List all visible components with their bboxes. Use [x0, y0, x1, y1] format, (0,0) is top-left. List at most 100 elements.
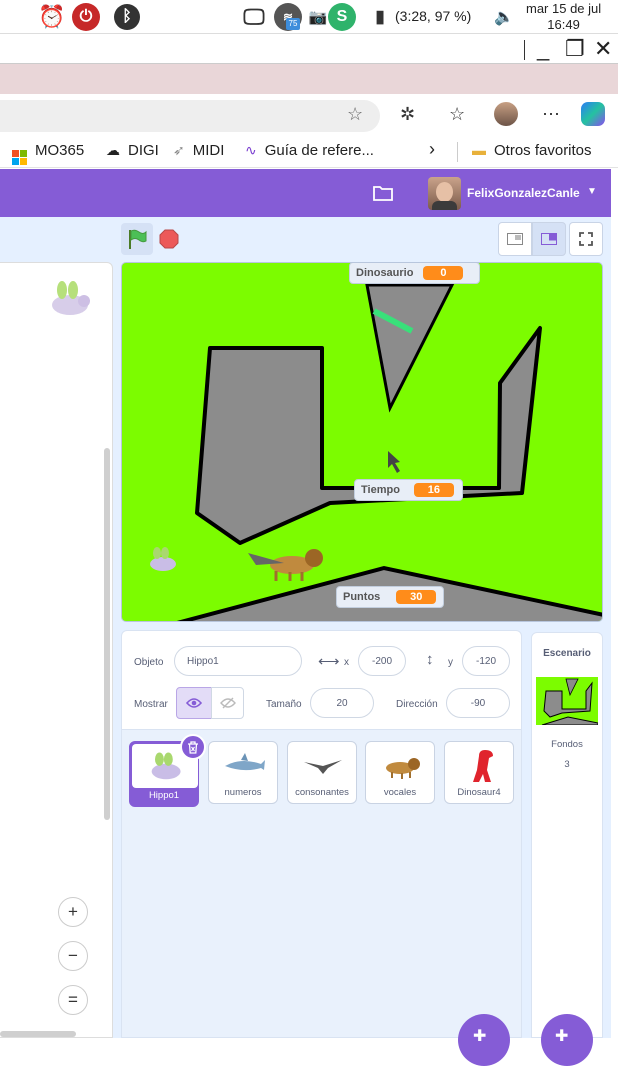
object-label: Objeto: [134, 657, 164, 668]
midi-icon: ➶: [173, 142, 185, 158]
wifi-badge: 75: [286, 18, 300, 30]
pterodactyl-thumbnail: [304, 760, 342, 774]
address-bar[interactable]: [0, 100, 380, 132]
more-menu-icon[interactable]: ⋯: [542, 104, 560, 125]
date-text: mar 15 de jul: [526, 1, 602, 16]
system-tray: ⏰ ⏻ ᛒ 🖵 ≋ 75 📷 S ▮ (3:28, 97 %) 🔈 mar 15…: [0, 0, 618, 34]
monitor-value: 0: [423, 266, 464, 280]
monitor-puntos: Puntos 30: [336, 586, 444, 608]
vertical-arrows-icon: ↕: [426, 651, 434, 668]
shark-thumbnail: [225, 753, 265, 771]
sprite-tile-dinosaur4[interactable]: Dinosaur4: [444, 741, 514, 804]
favorite-mo365[interactable]: MO365: [12, 142, 84, 165]
avatar[interactable]: [428, 177, 461, 210]
folder-icon[interactable]: [373, 184, 393, 201]
y-label: y: [448, 657, 453, 668]
maximize-button[interactable]: ❐: [565, 38, 585, 60]
folder-icon: ▬: [472, 142, 486, 158]
sprite-tile-consonantes[interactable]: consonantes: [287, 741, 357, 804]
monitor-icon[interactable]: 🖵: [240, 3, 268, 31]
show-label: Mostrar: [134, 699, 168, 710]
dinosaur-thumbnail: [473, 750, 493, 782]
lion-thumbnail: [386, 758, 420, 779]
maze-backdrop: [176, 283, 602, 621]
favorites-divider: [457, 142, 458, 162]
sprite-tile-numeros[interactable]: numeros: [208, 741, 278, 804]
y-input[interactable]: -120: [462, 646, 510, 676]
green-flag-button[interactable]: [121, 223, 153, 255]
normal-stage-icon: [541, 233, 557, 245]
direction-label: Dirección: [396, 699, 438, 710]
alarm-clock-icon[interactable]: ⏰: [38, 3, 66, 31]
code-horizontal-scrollbar[interactable]: [0, 1031, 76, 1037]
titlebar-divider: [524, 40, 525, 60]
battery-icon[interactable]: ▮: [366, 3, 394, 31]
backdrop-thumbnail: [536, 677, 598, 725]
monitor-value: 16: [413, 483, 454, 497]
fullscreen-icon: [579, 232, 593, 246]
stage-panel-title: Escenario: [543, 648, 591, 659]
eye-slash-icon: [219, 697, 236, 709]
window-titlebar: [0, 34, 618, 64]
small-stage-icon: [507, 233, 523, 245]
cloud-icon: ☁: [106, 142, 120, 158]
clock-display[interactable]: mar 15 de jul 16:49: [526, 1, 601, 33]
close-button[interactable]: ✕: [594, 38, 612, 60]
eye-icon: [186, 698, 202, 708]
favorite-otros[interactable]: ▬ Otros favoritos: [472, 142, 592, 159]
time-text: 16:49: [547, 17, 580, 32]
browser-tab-strip: [0, 64, 618, 94]
code-vertical-scrollbar[interactable]: [104, 448, 110, 820]
sprite-ghost-icon: [52, 281, 90, 315]
small-stage-button[interactable]: [498, 222, 532, 256]
bluetooth-icon[interactable]: ᛒ: [114, 4, 140, 30]
hide-button[interactable]: [211, 687, 244, 719]
lion-sprite: [248, 549, 323, 581]
username[interactable]: FelixGonzalezCanle: [467, 186, 580, 200]
favorites-icon[interactable]: ☆: [449, 104, 465, 125]
vpn-icon[interactable]: S: [328, 3, 356, 31]
trash-icon: [188, 740, 198, 754]
volume-icon[interactable]: 🔈: [490, 3, 518, 31]
delete-sprite-button[interactable]: [180, 734, 206, 760]
chevron-right-icon[interactable]: ›: [429, 139, 435, 160]
stage-canvas[interactable]: Dinosaurio 0 Tiempo 16 Puntos 30: [121, 262, 603, 622]
monitor-tiempo: Tiempo 16: [354, 479, 463, 501]
sprite-info-panel: Objeto Hippo1 ⟷ x -200 ↕ y -120 Mostrar …: [121, 630, 522, 730]
sprite-tile-vocales[interactable]: vocales: [365, 741, 435, 804]
favorite-digi[interactable]: ☁ DIGI: [106, 142, 159, 159]
power-icon[interactable]: ⏻: [72, 3, 100, 31]
zoom-in-button[interactable]: +: [58, 897, 88, 927]
show-button[interactable]: [176, 687, 212, 719]
sprite-name: Hippo1: [148, 790, 180, 801]
size-input[interactable]: 20: [310, 688, 374, 718]
favorite-guia[interactable]: ∿ Guía de refere...: [245, 142, 374, 159]
star-icon[interactable]: ☆: [347, 104, 363, 125]
monitor-dinosaurio: Dinosaurio 0: [349, 263, 480, 284]
favorite-midi[interactable]: ➶ MIDI: [173, 142, 224, 159]
chevron-down-icon[interactable]: ▼: [587, 186, 597, 197]
extensions-icon[interactable]: ✲: [400, 104, 415, 125]
image-plus-icon: ✚: [555, 1028, 569, 1045]
code-area[interactable]: [0, 262, 113, 1038]
sprite-name-input[interactable]: Hippo1: [174, 646, 302, 676]
sprite-name: vocales: [383, 787, 417, 798]
stage-selector-panel[interactable]: Escenario Fondos 3: [531, 632, 603, 1038]
x-input[interactable]: -200: [358, 646, 406, 676]
zoom-out-button[interactable]: −: [58, 941, 88, 971]
add-sprite-button[interactable]: ✚: [458, 1014, 510, 1066]
add-backdrop-button[interactable]: ✚: [541, 1014, 593, 1066]
monitor-value: 30: [396, 590, 437, 604]
copilot-icon[interactable]: [581, 102, 605, 126]
cat-plus-icon: ✚: [473, 1028, 487, 1045]
normal-stage-button[interactable]: [532, 222, 566, 256]
direction-input[interactable]: -90: [446, 688, 510, 718]
fullscreen-button[interactable]: [569, 222, 603, 256]
zoom-reset-button[interactable]: =: [58, 985, 88, 1015]
backdrops-count: 3: [564, 759, 570, 770]
minimize-button[interactable]: _: [537, 38, 549, 60]
profile-avatar[interactable]: [494, 102, 518, 126]
hippo-sprite: [150, 547, 176, 571]
backdrops-label: Fondos: [551, 739, 583, 750]
stop-button[interactable]: [159, 229, 179, 249]
